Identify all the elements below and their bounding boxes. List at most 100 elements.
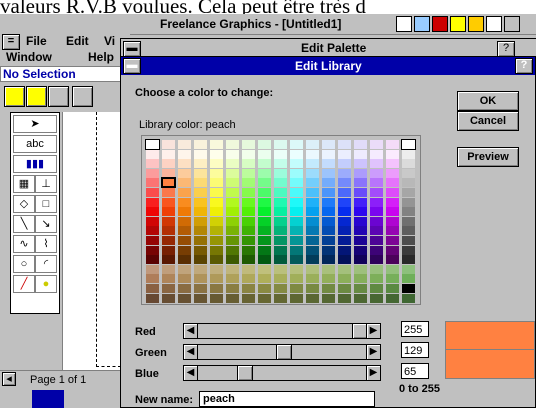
- color-swatch-cell[interactable]: [322, 197, 335, 207]
- color-swatch-cell[interactable]: [274, 255, 287, 265]
- taskbar-icon[interactable]: [32, 390, 64, 408]
- color-swatch-cell[interactable]: [178, 274, 191, 284]
- color-swatch-cell[interactable]: [210, 274, 223, 284]
- color-swatch-cell[interactable]: [146, 216, 159, 226]
- color-grid[interactable]: [141, 135, 421, 305]
- color-swatch-cell[interactable]: [258, 226, 271, 236]
- color-swatch-cell[interactable]: [178, 188, 191, 197]
- color-swatch-cell[interactable]: [161, 177, 176, 189]
- color-swatch-cell[interactable]: [386, 197, 399, 207]
- color-swatch-cell[interactable]: [162, 293, 175, 303]
- color-swatch-cell[interactable]: [290, 236, 303, 245]
- color-swatch-cell[interactable]: [194, 236, 207, 245]
- color-swatch-cell[interactable]: [210, 207, 223, 217]
- palette-help-button[interactable]: ?: [497, 41, 515, 57]
- color-swatch-cell[interactable]: [274, 197, 287, 207]
- color-swatch-cell[interactable]: [402, 188, 415, 197]
- color-swatch-cell[interactable]: [258, 264, 271, 274]
- color-swatch-cell[interactable]: [226, 140, 239, 149]
- color-swatch-cell[interactable]: [306, 216, 319, 226]
- palette-system-menu-icon[interactable]: ▬: [123, 41, 141, 57]
- color-swatch-cell[interactable]: [274, 293, 287, 303]
- color-swatch-cell[interactable]: [402, 284, 415, 293]
- color-swatch-cell[interactable]: [306, 207, 319, 217]
- color-swatch-cell[interactable]: [162, 236, 175, 245]
- red-slider[interactable]: ◀ ▶: [183, 323, 381, 339]
- color-swatch-cell[interactable]: [194, 226, 207, 236]
- color-swatch-cell[interactable]: [258, 149, 271, 159]
- color-swatch-cell[interactable]: [354, 149, 367, 159]
- menu-help[interactable]: Help: [88, 50, 114, 64]
- color-swatch-cell[interactable]: [338, 140, 351, 149]
- color-swatch-cell[interactable]: [386, 207, 399, 217]
- color-swatch-cell[interactable]: [386, 140, 399, 149]
- color-swatch-cell[interactable]: [370, 168, 383, 178]
- color-swatch-cell[interactable]: [290, 140, 303, 149]
- color-swatch-cell[interactable]: [386, 274, 399, 284]
- color-swatch-cell[interactable]: [226, 207, 239, 217]
- color-swatch-cell[interactable]: [386, 284, 399, 293]
- color-swatch-cell[interactable]: [338, 293, 351, 303]
- color-swatch-cell[interactable]: [194, 140, 207, 149]
- color-swatch-cell[interactable]: [370, 159, 383, 169]
- polygon-icon[interactable]: ◇: [13, 195, 35, 213]
- color-swatch-cell[interactable]: [402, 245, 415, 255]
- color-swatch-cell[interactable]: [194, 207, 207, 217]
- arrow-icon[interactable]: ↘: [35, 215, 57, 233]
- slider-right-arrow-icon[interactable]: ▶: [366, 366, 380, 380]
- org-chart-icon[interactable]: ⊥: [35, 175, 57, 193]
- color-swatch-cell[interactable]: [274, 207, 287, 217]
- color-swatch-cell[interactable]: [290, 159, 303, 169]
- color-swatch-cell[interactable]: [306, 149, 319, 159]
- color-swatch-cell[interactable]: [162, 168, 175, 178]
- color-swatch-cell[interactable]: [322, 149, 335, 159]
- color-swatch-cell[interactable]: [210, 168, 223, 178]
- color-swatch-cell[interactable]: [162, 216, 175, 226]
- color-swatch-cell[interactable]: [258, 293, 271, 303]
- color-swatch-cell[interactable]: [178, 197, 191, 207]
- color-swatch-cell[interactable]: [146, 236, 159, 245]
- color-swatch-cell[interactable]: [226, 197, 239, 207]
- color-swatch-cell[interactable]: [354, 245, 367, 255]
- ok-button[interactable]: OK: [457, 91, 519, 111]
- slider-right-arrow-icon[interactable]: ▶: [366, 324, 380, 338]
- color-swatch-cell[interactable]: [322, 255, 335, 265]
- color-swatch-cell[interactable]: [354, 236, 367, 245]
- color-swatch-cell[interactable]: [370, 264, 383, 274]
- color-swatch-cell[interactable]: [370, 188, 383, 197]
- color-swatch-cell[interactable]: [242, 197, 255, 207]
- color-swatch-cell[interactable]: [210, 236, 223, 245]
- color-swatch-cell[interactable]: [258, 255, 271, 265]
- color-swatch-cell[interactable]: [306, 255, 319, 265]
- menu-file[interactable]: File: [26, 34, 47, 48]
- color-swatch-cell[interactable]: [146, 168, 159, 178]
- color-swatch-cell[interactable]: [306, 226, 319, 236]
- table-tool-icon[interactable]: ▦: [13, 175, 35, 193]
- color-swatch-cell[interactable]: [386, 159, 399, 169]
- color-swatch-cell[interactable]: [162, 207, 175, 217]
- color-swatch-cell[interactable]: [226, 264, 239, 274]
- screen-icon[interactable]: [48, 86, 69, 107]
- color-swatch-cell[interactable]: [162, 197, 175, 207]
- text-tool[interactable]: abc: [13, 135, 57, 153]
- color-swatch-cell[interactable]: [194, 284, 207, 293]
- color-swatch-cell[interactable]: [274, 274, 287, 284]
- color-swatch-cell[interactable]: [306, 178, 319, 188]
- color-swatch-cell[interactable]: [354, 284, 367, 293]
- color-swatch-cell[interactable]: [194, 178, 207, 188]
- open-file-icon[interactable]: [26, 86, 47, 107]
- color-swatch-cell[interactable]: [322, 140, 335, 149]
- color-swatch-cell[interactable]: [274, 216, 287, 226]
- color-swatch-cell[interactable]: [370, 236, 383, 245]
- color-swatch-cell[interactable]: [354, 188, 367, 197]
- color-swatch-cell[interactable]: [306, 197, 319, 207]
- color-swatch-cell[interactable]: [146, 207, 159, 217]
- color-swatch-cell[interactable]: [338, 274, 351, 284]
- color-swatch-cell[interactable]: [242, 226, 255, 236]
- color-swatch-cell[interactable]: [290, 274, 303, 284]
- color-swatch-cell[interactable]: [162, 159, 175, 169]
- color-swatch-cell[interactable]: [370, 216, 383, 226]
- color-swatch-cell[interactable]: [226, 159, 239, 169]
- blue-value-field[interactable]: 65: [401, 363, 429, 379]
- color-swatch-cell[interactable]: [178, 255, 191, 265]
